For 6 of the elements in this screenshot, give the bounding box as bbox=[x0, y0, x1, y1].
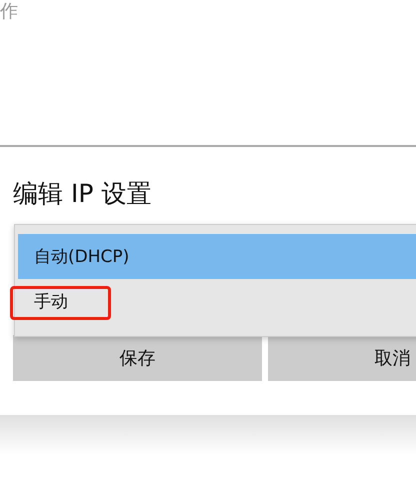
dialog-title: 编辑 IP 设置 bbox=[12, 178, 152, 210]
dialog-button[interactable]: 保存 bbox=[13, 335, 262, 381]
dropdown-option[interactable]: 自动(DHCP) bbox=[18, 234, 416, 279]
dropdown-option[interactable]: 手动 bbox=[18, 279, 416, 324]
background-text: 作 bbox=[0, 0, 18, 24]
dialog-button[interactable]: 取消 bbox=[268, 335, 416, 381]
